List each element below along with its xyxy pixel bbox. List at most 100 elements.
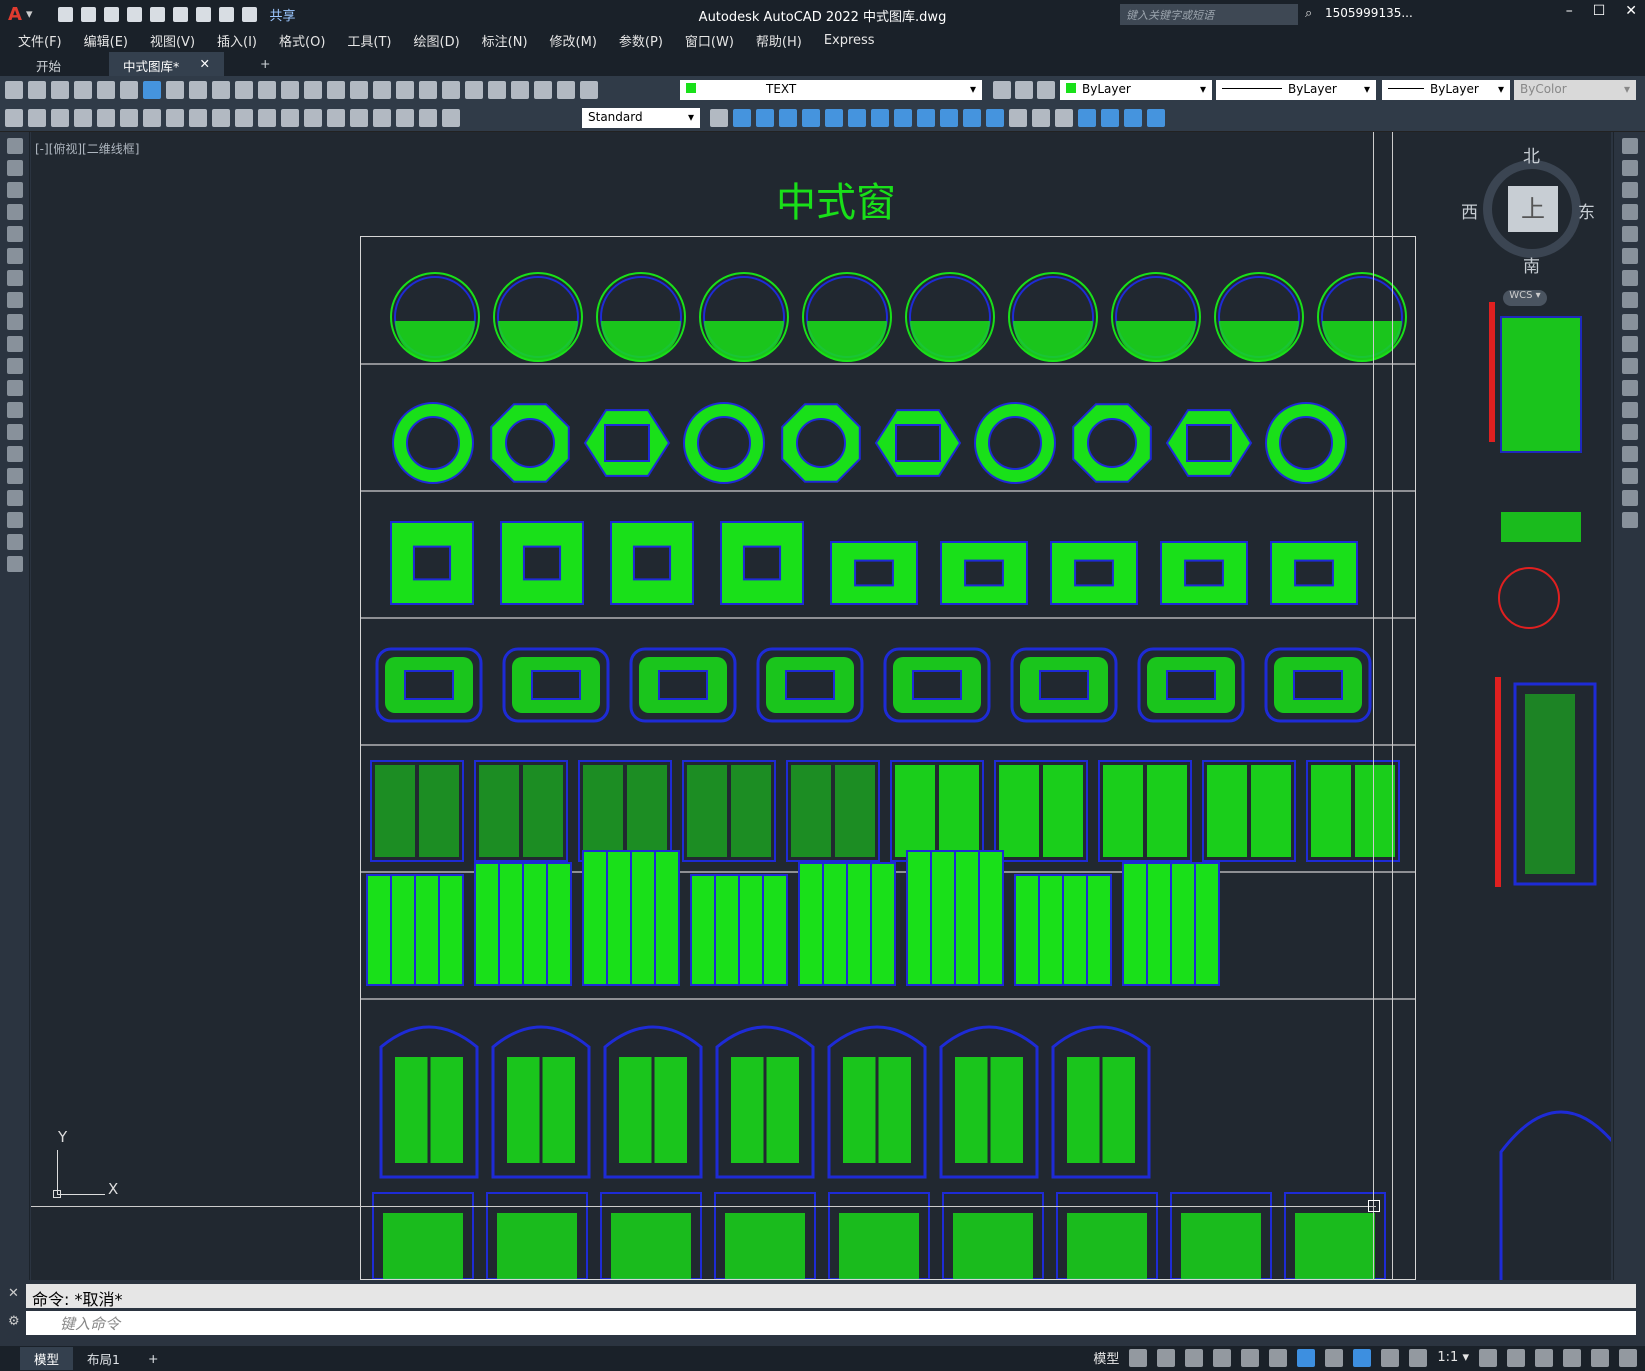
new-icon[interactable] [58, 7, 74, 22]
blend-icon[interactable] [1622, 490, 1638, 506]
menu-insert[interactable]: 插入(I) [217, 31, 257, 50]
dim-break-icon[interactable] [281, 108, 299, 127]
autocad-logo-icon[interactable]: A [8, 4, 22, 25]
tolerance-icon[interactable] [304, 108, 322, 127]
viewcube-top-face[interactable]: 上 [1508, 186, 1558, 232]
rotate-icon[interactable] [1622, 270, 1638, 286]
annotation-visibility-icon[interactable] [1353, 1348, 1372, 1367]
offset-icon[interactable] [802, 109, 820, 127]
plot-icon[interactable] [196, 7, 212, 22]
mirror-icon[interactable] [1622, 182, 1638, 198]
open-icon[interactable] [81, 7, 97, 22]
copy-object-icon[interactable] [756, 109, 774, 127]
undo-icon[interactable] [281, 81, 299, 99]
stretch-icon[interactable] [894, 109, 912, 127]
ellipse-icon[interactable] [7, 336, 23, 352]
model-space-button[interactable]: 模型 [1093, 1348, 1119, 1367]
baseline-dim-icon[interactable] [212, 108, 230, 127]
scale-icon[interactable] [871, 109, 889, 127]
layer-state-icon[interactable] [1037, 81, 1055, 99]
break-point-icon[interactable] [1622, 380, 1638, 396]
diameter-dim-icon[interactable] [143, 108, 161, 127]
save-web-icon[interactable] [173, 7, 189, 22]
trim-icon[interactable] [1622, 336, 1638, 352]
menu-tools[interactable]: 工具(T) [347, 31, 391, 50]
tab-close-icon[interactable]: ✕ [200, 56, 210, 71]
dimstyle-dropdown[interactable]: Standard ▾ [582, 108, 700, 128]
isolate-icon[interactable] [1535, 1348, 1553, 1367]
layer-previous-icon[interactable] [1015, 81, 1033, 99]
polyline-icon[interactable] [7, 182, 23, 198]
spline-icon[interactable] [7, 314, 23, 330]
dim-text-edit-icon[interactable] [419, 108, 437, 127]
ortho-icon[interactable] [1185, 1348, 1204, 1367]
fillet-icon[interactable] [1032, 109, 1050, 127]
cut-icon[interactable] [166, 81, 184, 99]
plotstyle-dropdown[interactable]: ByColor ▾ [1514, 80, 1636, 100]
angular-dim-icon[interactable] [166, 108, 184, 127]
gradient-icon[interactable] [7, 468, 23, 484]
center-mark-icon[interactable] [327, 108, 345, 127]
polygon-icon[interactable] [7, 204, 23, 220]
tab-add-layout[interactable]: + [134, 1349, 172, 1368]
dim-style-icon[interactable] [710, 109, 728, 127]
workspace-gear-icon[interactable] [1479, 1348, 1497, 1367]
customize-icon[interactable]: ⚙ [8, 1314, 20, 1329]
close-command-icon[interactable]: ✕ [8, 1286, 19, 1301]
help-icon[interactable] [557, 81, 575, 99]
publish-icon[interactable] [120, 81, 138, 99]
calculator-icon[interactable] [534, 81, 552, 99]
draworder-icon[interactable] [1124, 109, 1142, 127]
save-icon[interactable] [51, 81, 69, 99]
circle-icon[interactable] [7, 270, 23, 286]
tab-drawing[interactable]: 中式图库* ✕ [109, 52, 225, 76]
lineweight-dropdown[interactable]: ByLayer ▾ [1382, 80, 1510, 100]
break-icon[interactable] [1622, 402, 1638, 418]
lineweight-icon[interactable] [1325, 1348, 1344, 1367]
array-icon[interactable] [1622, 226, 1638, 242]
linetype-dropdown[interactable]: ByLayer ▾ [1216, 80, 1376, 100]
viewcube[interactable]: 上 北 南 东 西 [1461, 142, 1595, 282]
blend-icon[interactable] [1055, 109, 1073, 127]
region-icon[interactable] [7, 490, 23, 506]
chamfer-icon[interactable] [1622, 446, 1638, 462]
south-label[interactable]: 南 [1523, 252, 1540, 277]
pan-icon[interactable] [327, 81, 345, 99]
move-icon[interactable] [733, 109, 751, 127]
menu-dimension[interactable]: 标注(N) [482, 31, 528, 50]
dim-edit-icon[interactable] [396, 108, 414, 127]
markup-icon[interactable] [511, 81, 529, 99]
explode-icon[interactable] [1078, 109, 1096, 127]
annotation-scale-icon[interactable] [1409, 1348, 1428, 1367]
jogged-dim-icon[interactable] [120, 108, 138, 127]
clean-screen-icon[interactable] [1591, 1348, 1609, 1367]
add-selected-icon[interactable] [7, 556, 23, 572]
zoom-window-icon[interactable] [373, 81, 391, 99]
user-account[interactable]: 1505999135... [1325, 6, 1413, 20]
tab-model[interactable]: 模型 [20, 1347, 74, 1370]
stretch-icon[interactable] [1622, 314, 1638, 330]
tab-start[interactable]: 开始 [22, 52, 75, 76]
linear-dim-icon[interactable] [5, 108, 23, 127]
new-icon[interactable] [5, 81, 23, 99]
search-input[interactable]: 键入关键字或短语 [1120, 4, 1298, 25]
design-center-icon[interactable] [442, 81, 460, 99]
xline-icon[interactable] [7, 160, 23, 176]
command-input[interactable]: 键入命令 [26, 1311, 1636, 1335]
dim-update-icon[interactable] [442, 108, 460, 127]
osnap-icon[interactable] [1297, 1348, 1316, 1367]
tab-new[interactable]: + [246, 52, 284, 76]
aligned-dim-icon[interactable] [28, 108, 46, 127]
make-current-icon[interactable] [993, 81, 1011, 99]
otrack-icon[interactable] [1269, 1348, 1288, 1367]
maximize-button[interactable]: ☐ [1593, 3, 1606, 19]
offset-icon[interactable] [1622, 204, 1638, 220]
chamfer-icon[interactable] [1009, 109, 1027, 127]
menu-draw[interactable]: 绘图(D) [414, 31, 460, 50]
preview-icon[interactable] [97, 81, 115, 99]
customize-menu-icon[interactable] [1619, 1348, 1637, 1367]
array-icon[interactable] [825, 109, 843, 127]
isodraft-icon[interactable] [1241, 1348, 1260, 1367]
insert-block-icon[interactable] [7, 380, 23, 396]
scale-button[interactable]: 1:1 ▾ [1437, 1350, 1469, 1365]
